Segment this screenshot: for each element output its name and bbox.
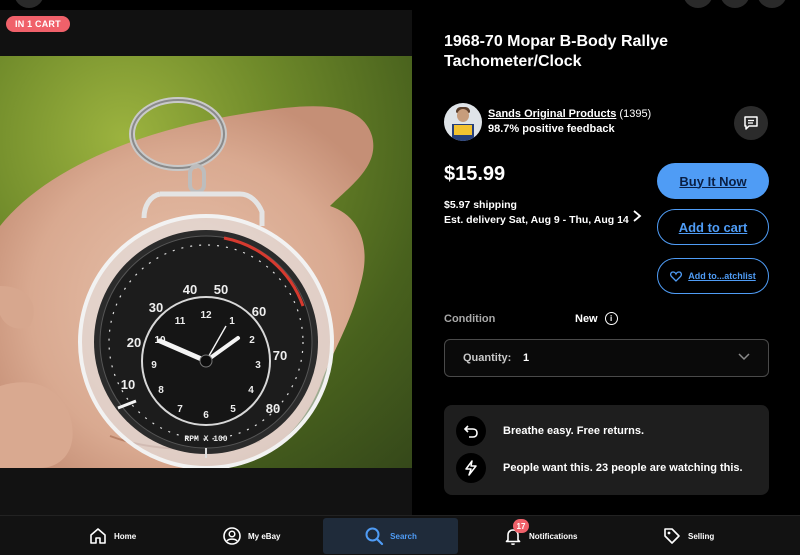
price: $15.99: [444, 163, 506, 185]
add-to-cart-button[interactable]: Add to cart: [657, 209, 769, 245]
lightning-icon: [456, 453, 486, 483]
clock-label: 12: [200, 310, 212, 321]
media-footer: [0, 468, 412, 515]
keychain-gauge-image: 10 20 30 40 50 60 70 80 12 1 2 3 4 5 6 7…: [0, 97, 374, 468]
seller-avatar[interactable]: [444, 103, 482, 141]
rpm-label: 60: [252, 304, 266, 319]
promo-watching: People want this. 23 people are watching…: [456, 453, 743, 483]
delivery-estimate: Est. delivery Sat, Aug 9 - Thu, Aug 14: [444, 214, 629, 226]
nav-label: Home: [114, 531, 137, 541]
quantity-label: Quantity:: [463, 352, 512, 364]
rpm-label: 10: [121, 377, 135, 392]
promo-returns: Breathe easy. Free returns.: [456, 416, 644, 446]
heart-icon: [670, 270, 683, 282]
info-icon[interactable]: i: [604, 312, 618, 325]
condition-label: Condition: [444, 313, 496, 325]
clock-label: 2: [249, 335, 255, 346]
product-title: 1968-70 Mopar B-Body Rallye Tachometer/C…: [444, 33, 669, 70]
nav-label: Search: [390, 531, 417, 541]
quantity-value: 1: [523, 352, 530, 364]
bottom-nav: Home My eBay Search 17 Notifications Sel…: [0, 515, 800, 555]
top-left-control[interactable]: [14, 0, 44, 8]
product-media: IN 1 CART 10 20 30 40 50 60 70 80 12 1 2…: [0, 10, 412, 515]
rpm-label: 80: [266, 401, 280, 416]
condition-value: New i: [575, 312, 618, 325]
nav-my-ebay[interactable]: My eBay: [222, 516, 280, 555]
clock-label: 4: [248, 385, 254, 396]
tag-icon: [664, 528, 680, 544]
clock-label: 1: [229, 316, 235, 327]
promo-box: Breathe easy. Free returns. People want …: [444, 405, 769, 495]
seller-feedback: 98.7% positive feedback: [488, 123, 615, 135]
nav-search[interactable]: Search: [323, 518, 458, 554]
seller-card[interactable]: Sands Original Products (1395) 98.7% pos…: [444, 103, 651, 141]
nav-label: Notifications: [529, 531, 578, 541]
clock-label: 6: [203, 410, 209, 421]
shipping-info[interactable]: $5.97 shipping Est. delivery Sat, Aug 9 …: [444, 198, 634, 228]
in-cart-badge: IN 1 CART: [6, 16, 70, 32]
search-icon: [365, 527, 384, 546]
message-seller-button[interactable]: [734, 106, 768, 140]
promo-text: People want this. 23 people are watching…: [503, 462, 743, 474]
top-control-1[interactable]: [683, 0, 713, 8]
home-icon: [90, 528, 106, 544]
product-photo[interactable]: 10 20 30 40 50 60 70 80 12 1 2 3 4 5 6 7…: [0, 56, 412, 468]
clock-label: 5: [230, 404, 236, 415]
rpm-label: 40: [183, 282, 197, 297]
add-to-watchlist-button[interactable]: Add to...atchlist: [657, 258, 769, 294]
top-control-2[interactable]: [720, 0, 750, 8]
top-control-3[interactable]: [757, 0, 787, 8]
nav-label: My eBay: [248, 531, 281, 541]
nav-selling[interactable]: Selling: [662, 516, 714, 555]
seller-feedback-count: (1395): [619, 108, 652, 120]
clock-label: 7: [177, 404, 183, 415]
chat-icon: [744, 116, 758, 130]
seller-name-link[interactable]: Sands Original Products: [488, 108, 616, 120]
nav-label: Selling: [688, 531, 715, 541]
clock-label: 11: [175, 316, 186, 327]
clock-label: 9: [151, 360, 157, 371]
notification-count-badge: 17: [513, 519, 529, 533]
rpm-label: 20: [127, 335, 141, 350]
rpm-label: 50: [214, 282, 228, 297]
chevron-right-icon[interactable]: [632, 210, 642, 222]
product-details-panel: 1968-70 Mopar B-Body Rallye Tachometer/C…: [412, 10, 800, 515]
rpm-label: 70: [273, 348, 287, 363]
chevron-down-icon: [738, 353, 750, 361]
condition-text: New: [575, 312, 598, 325]
nav-home[interactable]: Home: [88, 516, 136, 555]
return-arrow-icon: [456, 416, 486, 446]
clock-label: 8: [158, 385, 164, 396]
rpm-label: 30: [149, 300, 163, 315]
clock-label: 3: [255, 360, 261, 371]
buy-it-now-button[interactable]: Buy It Now: [657, 163, 769, 199]
user-icon: [223, 527, 241, 545]
watchlist-label: Add to...atchlist: [688, 271, 756, 281]
shipping-cost: $5.97 shipping: [444, 199, 517, 211]
promo-text: Breathe easy. Free returns.: [503, 425, 645, 437]
top-strip: [0, 0, 800, 10]
quantity-select[interactable]: Quantity: 1: [444, 339, 769, 377]
gauge-legend: RPM X 100: [184, 435, 227, 444]
nav-notifications[interactable]: 17 Notifications: [503, 516, 577, 555]
